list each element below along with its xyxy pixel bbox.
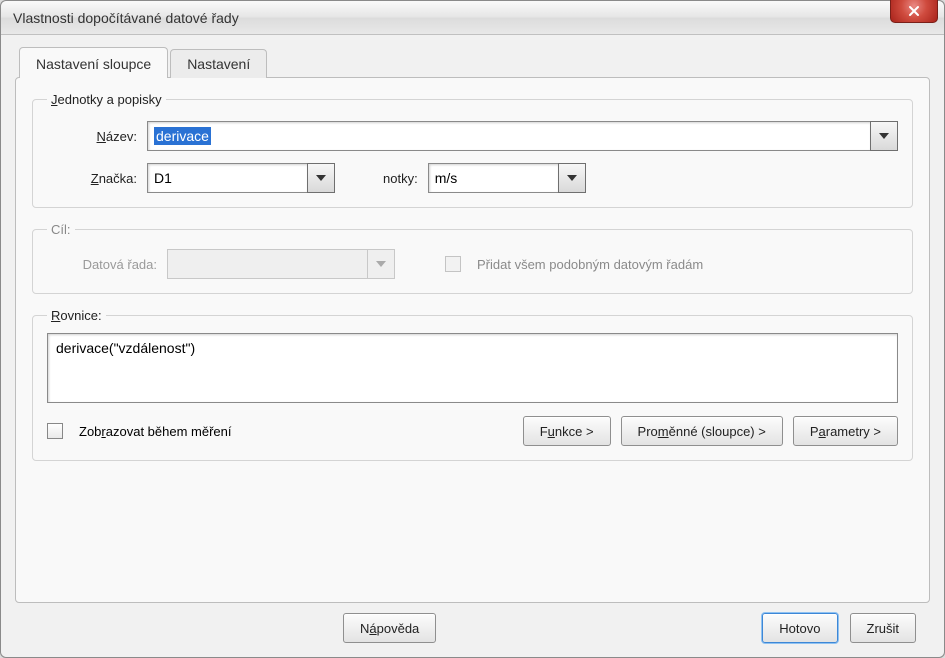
functions-button[interactable]: Funkce > (523, 416, 611, 446)
label-units: notky: (383, 171, 418, 186)
group-target-legend: Cíl: (47, 222, 75, 237)
units-combo (428, 163, 586, 193)
variables-button[interactable]: Proměnné (sloupce) > (621, 416, 783, 446)
dialog-window: Vlastnosti dopočítávané datové řady Nast… (0, 0, 945, 658)
dataseries-input (167, 249, 367, 279)
symbol-input[interactable] (147, 163, 307, 193)
dialog-button-bar: Nápověda Hotovo Zrušit (15, 603, 930, 643)
help-button[interactable]: Nápověda (343, 613, 436, 643)
chevron-down-icon (879, 133, 889, 139)
chevron-down-icon (376, 261, 386, 267)
chevron-down-icon (316, 175, 326, 181)
tab-panel: Jednotky a popisky Název: derivace Značk… (15, 77, 930, 603)
titlebar[interactable]: Vlastnosti dopočítávané datové řady (1, 1, 944, 35)
dataseries-dropdown-button (367, 249, 395, 279)
units-dropdown-button[interactable] (558, 163, 586, 193)
equation-input[interactable]: derivace("vzdálenost") (47, 333, 898, 403)
group-equation-legend: Rovnice: (47, 308, 106, 323)
units-input[interactable] (428, 163, 558, 193)
label-symbol: Značka: (47, 171, 137, 186)
label-dataseries: Datová řada: (47, 257, 157, 272)
tab-column-settings[interactable]: Nastavení sloupce (19, 47, 168, 78)
name-combo: derivace (147, 121, 898, 151)
symbol-combo (147, 163, 335, 193)
group-units-labels: Jednotky a popisky Název: derivace Značk… (32, 92, 913, 208)
dataseries-combo (167, 249, 395, 279)
row-name: Název: derivace (47, 121, 898, 151)
tab-settings[interactable]: Nastavení (170, 49, 267, 78)
equation-toolbar: Zobrazovat během měření Funkce > Proměnn… (47, 416, 898, 446)
row-target: Datová řada: Přidat všem podobným datový… (47, 249, 898, 279)
group-units-legend: Jednotky a popisky (47, 92, 166, 107)
checkbox-show-during-measure[interactable] (47, 423, 63, 439)
cancel-button[interactable]: Zrušit (850, 613, 917, 643)
group-target: Cíl: Datová řada: Přidat všem podobným d… (32, 222, 913, 294)
label-add-similar: Přidat všem podobným datovým řadám (477, 257, 703, 272)
symbol-dropdown-button[interactable] (307, 163, 335, 193)
window-title: Vlastnosti dopočítávané datové řady (13, 10, 239, 26)
client-area: Nastavení sloupce Nastavení Jednotky a p… (1, 35, 944, 657)
label-name: Název: (47, 129, 137, 144)
tab-strip: Nastavení sloupce Nastavení (19, 45, 930, 77)
name-input[interactable]: derivace (147, 121, 870, 151)
label-show-during-measure: Zobrazovat během měření (79, 424, 231, 439)
parameters-button[interactable]: Parametry > (793, 416, 898, 446)
group-equation: Rovnice: derivace("vzdálenost") Zobrazov… (32, 308, 913, 461)
chevron-down-icon (567, 175, 577, 181)
name-dropdown-button[interactable] (870, 121, 898, 151)
done-button[interactable]: Hotovo (762, 613, 837, 643)
close-button[interactable] (890, 0, 938, 23)
close-icon (908, 5, 920, 17)
row-symbol-units: Značka: notky: (47, 163, 898, 193)
checkbox-add-similar (445, 256, 461, 272)
